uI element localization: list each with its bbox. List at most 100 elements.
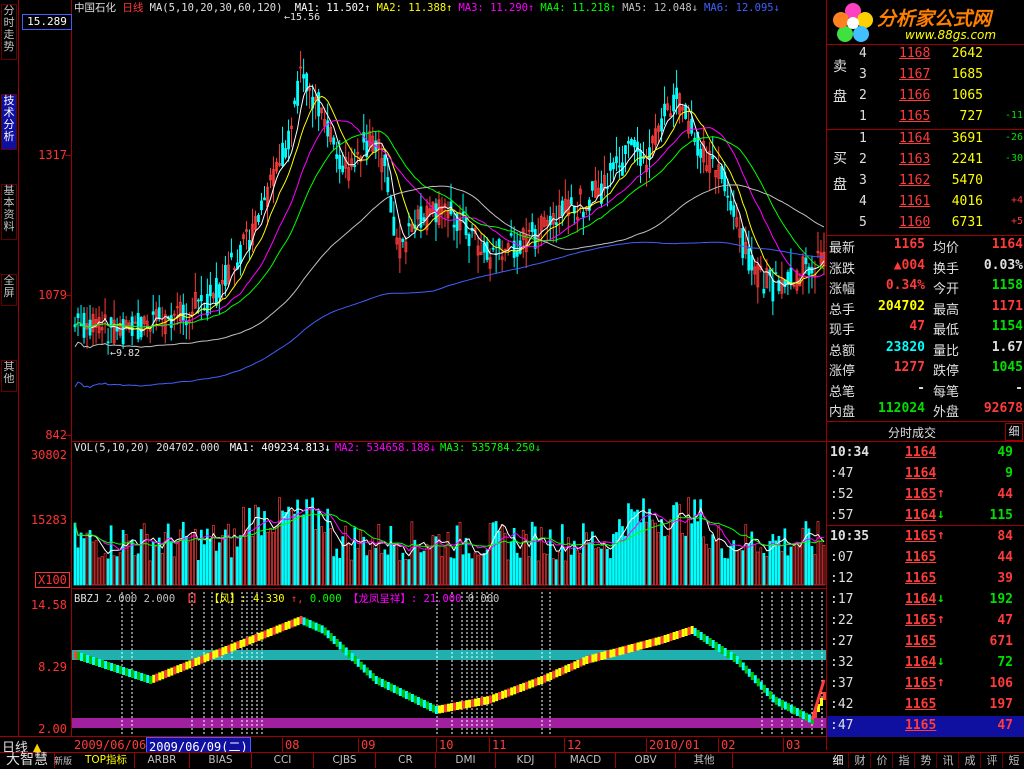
candle-body <box>726 195 730 198</box>
indicator-tab[interactable]: DMI <box>436 753 496 768</box>
panel-tab[interactable]: 讯 <box>938 753 959 768</box>
chart-svg: ←15.56 ←9.82 <box>72 12 826 735</box>
tab-intraday[interactable]: 分时走势 <box>1 4 17 60</box>
candle-body <box>157 307 161 320</box>
oscillator-segment <box>269 628 273 636</box>
candle-body <box>627 141 630 144</box>
indicator-tab[interactable]: CCI <box>252 753 314 768</box>
indicator-tab[interactable]: KDJ <box>496 753 556 768</box>
quote-value: 92678 <box>983 401 1023 416</box>
vol-tick-label: 15283 <box>30 513 67 527</box>
panel-tab[interactable]: 短 <box>1004 753 1024 768</box>
indicator-tab[interactable]: OBV <box>616 753 676 768</box>
oscillator-segment <box>507 688 511 697</box>
volume-bar <box>353 527 357 586</box>
volume-bar <box>494 521 498 586</box>
volume-bar <box>395 545 399 586</box>
month-label: 11 <box>489 738 506 752</box>
oscillator-segment <box>374 676 378 684</box>
tab-fundamental[interactable]: 基本资料 <box>1 184 17 240</box>
volume-bar <box>588 542 591 586</box>
up-arrow-icon: ↑ <box>937 486 945 501</box>
volume-bar <box>657 532 660 586</box>
indicator-tab[interactable]: CJBS <box>314 753 376 768</box>
quote-label: 涨跌 <box>829 261 856 277</box>
tick-time: :37 <box>830 676 854 691</box>
volume-bar <box>281 510 284 586</box>
quote-value: 1164 <box>991 237 1023 252</box>
indicator-tab[interactable]: 大智慧 <box>0 753 55 768</box>
buy-level-row[interactable]: 5 1160 6731 +5 <box>827 213 1024 234</box>
tab-fullscreen[interactable]: 全屏 <box>1 274 17 306</box>
sell-level-row[interactable]: 4 1168 2642 <box>827 44 1024 65</box>
ind-tick-label: 14.58 <box>30 598 67 612</box>
indicator-tab[interactable]: BIAS <box>190 753 252 768</box>
oscillator-segment <box>540 676 544 684</box>
indicator-tab[interactable]: CR <box>376 753 436 768</box>
volume-bar <box>801 527 805 586</box>
tab-technical[interactable]: 技术分析 <box>1 94 17 150</box>
tab-other[interactable]: 其他 <box>1 360 17 392</box>
volume-bar <box>557 551 561 586</box>
oscillator-segment <box>92 657 96 665</box>
oscillator-segment <box>528 680 532 689</box>
volume-bar <box>193 528 197 586</box>
volume-bar <box>428 548 432 586</box>
candle-body <box>648 147 651 160</box>
volume-bar <box>627 503 630 586</box>
volume-bar <box>753 544 757 586</box>
oscillator-segment <box>459 701 463 710</box>
candle-body <box>771 279 775 302</box>
candle-body <box>230 252 233 258</box>
volume-bar <box>401 552 405 586</box>
volume-bar <box>467 553 471 586</box>
volume-bar <box>690 523 693 586</box>
tick-row: :37 1165 ↑ 106 <box>827 674 1024 695</box>
panel-tab[interactable]: 评 <box>982 753 1003 768</box>
ind-value: 2.000 <box>143 593 176 605</box>
tick-volume: 671 <box>989 634 1013 649</box>
quote-value: - <box>1015 380 1023 396</box>
oscillator-segment <box>726 650 730 658</box>
candle-body <box>217 284 221 298</box>
panel-tab[interactable]: 指 <box>894 753 915 768</box>
oscillator-segment <box>206 653 210 662</box>
indicator-tab[interactable]: MACD <box>556 753 616 768</box>
candle-body <box>335 154 339 159</box>
indicator-tab[interactable]: ARBR <box>135 753 190 768</box>
volume-bar <box>236 546 239 586</box>
volume-bar <box>545 553 549 586</box>
tick-price: 1165 <box>905 571 937 586</box>
buy-level-row[interactable]: 4 1161 4016 +4 <box>827 192 1024 213</box>
candle-body <box>121 319 125 345</box>
oscillator-segment <box>552 670 556 679</box>
buy-level-row[interactable]: 1 1164 3691 -26 <box>827 129 1024 150</box>
oscillator-segment <box>744 665 748 674</box>
indicator-tab[interactable]: TOP指标 <box>78 753 135 768</box>
tick-price: 1164 <box>905 466 937 481</box>
level-price: 1161 <box>899 194 931 209</box>
candle-body <box>560 200 564 217</box>
volume-bar <box>723 558 727 586</box>
buy-level-row[interactable]: 2 1163 2241 -30 <box>827 150 1024 171</box>
oscillator-segment <box>681 629 685 637</box>
panel-tab[interactable]: 细 <box>828 753 849 768</box>
panel-tab[interactable]: 成 <box>960 753 981 768</box>
tick-volume: 47 <box>997 613 1013 628</box>
quote-value: ▲004 <box>893 257 925 273</box>
ticks-detail-button[interactable]: 细 <box>1005 423 1023 441</box>
volume-bar <box>320 526 324 586</box>
buy-level-row[interactable]: 3 1162 5470 <box>827 171 1024 192</box>
sell-level-row[interactable]: 2 1166 1065 <box>827 86 1024 107</box>
panel-tab[interactable]: 势 <box>916 753 937 768</box>
panel-tab[interactable]: 财 <box>850 753 871 768</box>
sell-level-row[interactable]: 1 1165 727 -11 <box>827 107 1024 128</box>
sell-level-row[interactable]: 3 1167 1685 <box>827 65 1024 86</box>
oscillator-segment <box>200 655 204 664</box>
chart-area[interactable]: 中国石化 日线 MA(5,10,20,30,60,120) MA1: 11.50… <box>72 0 826 736</box>
oscillator-segment <box>573 661 577 670</box>
indicator-tab[interactable]: 其他 <box>676 753 733 768</box>
panel-tab[interactable]: 价 <box>872 753 893 768</box>
oscillator-segment <box>576 660 580 668</box>
oscillator-segment <box>149 676 153 684</box>
